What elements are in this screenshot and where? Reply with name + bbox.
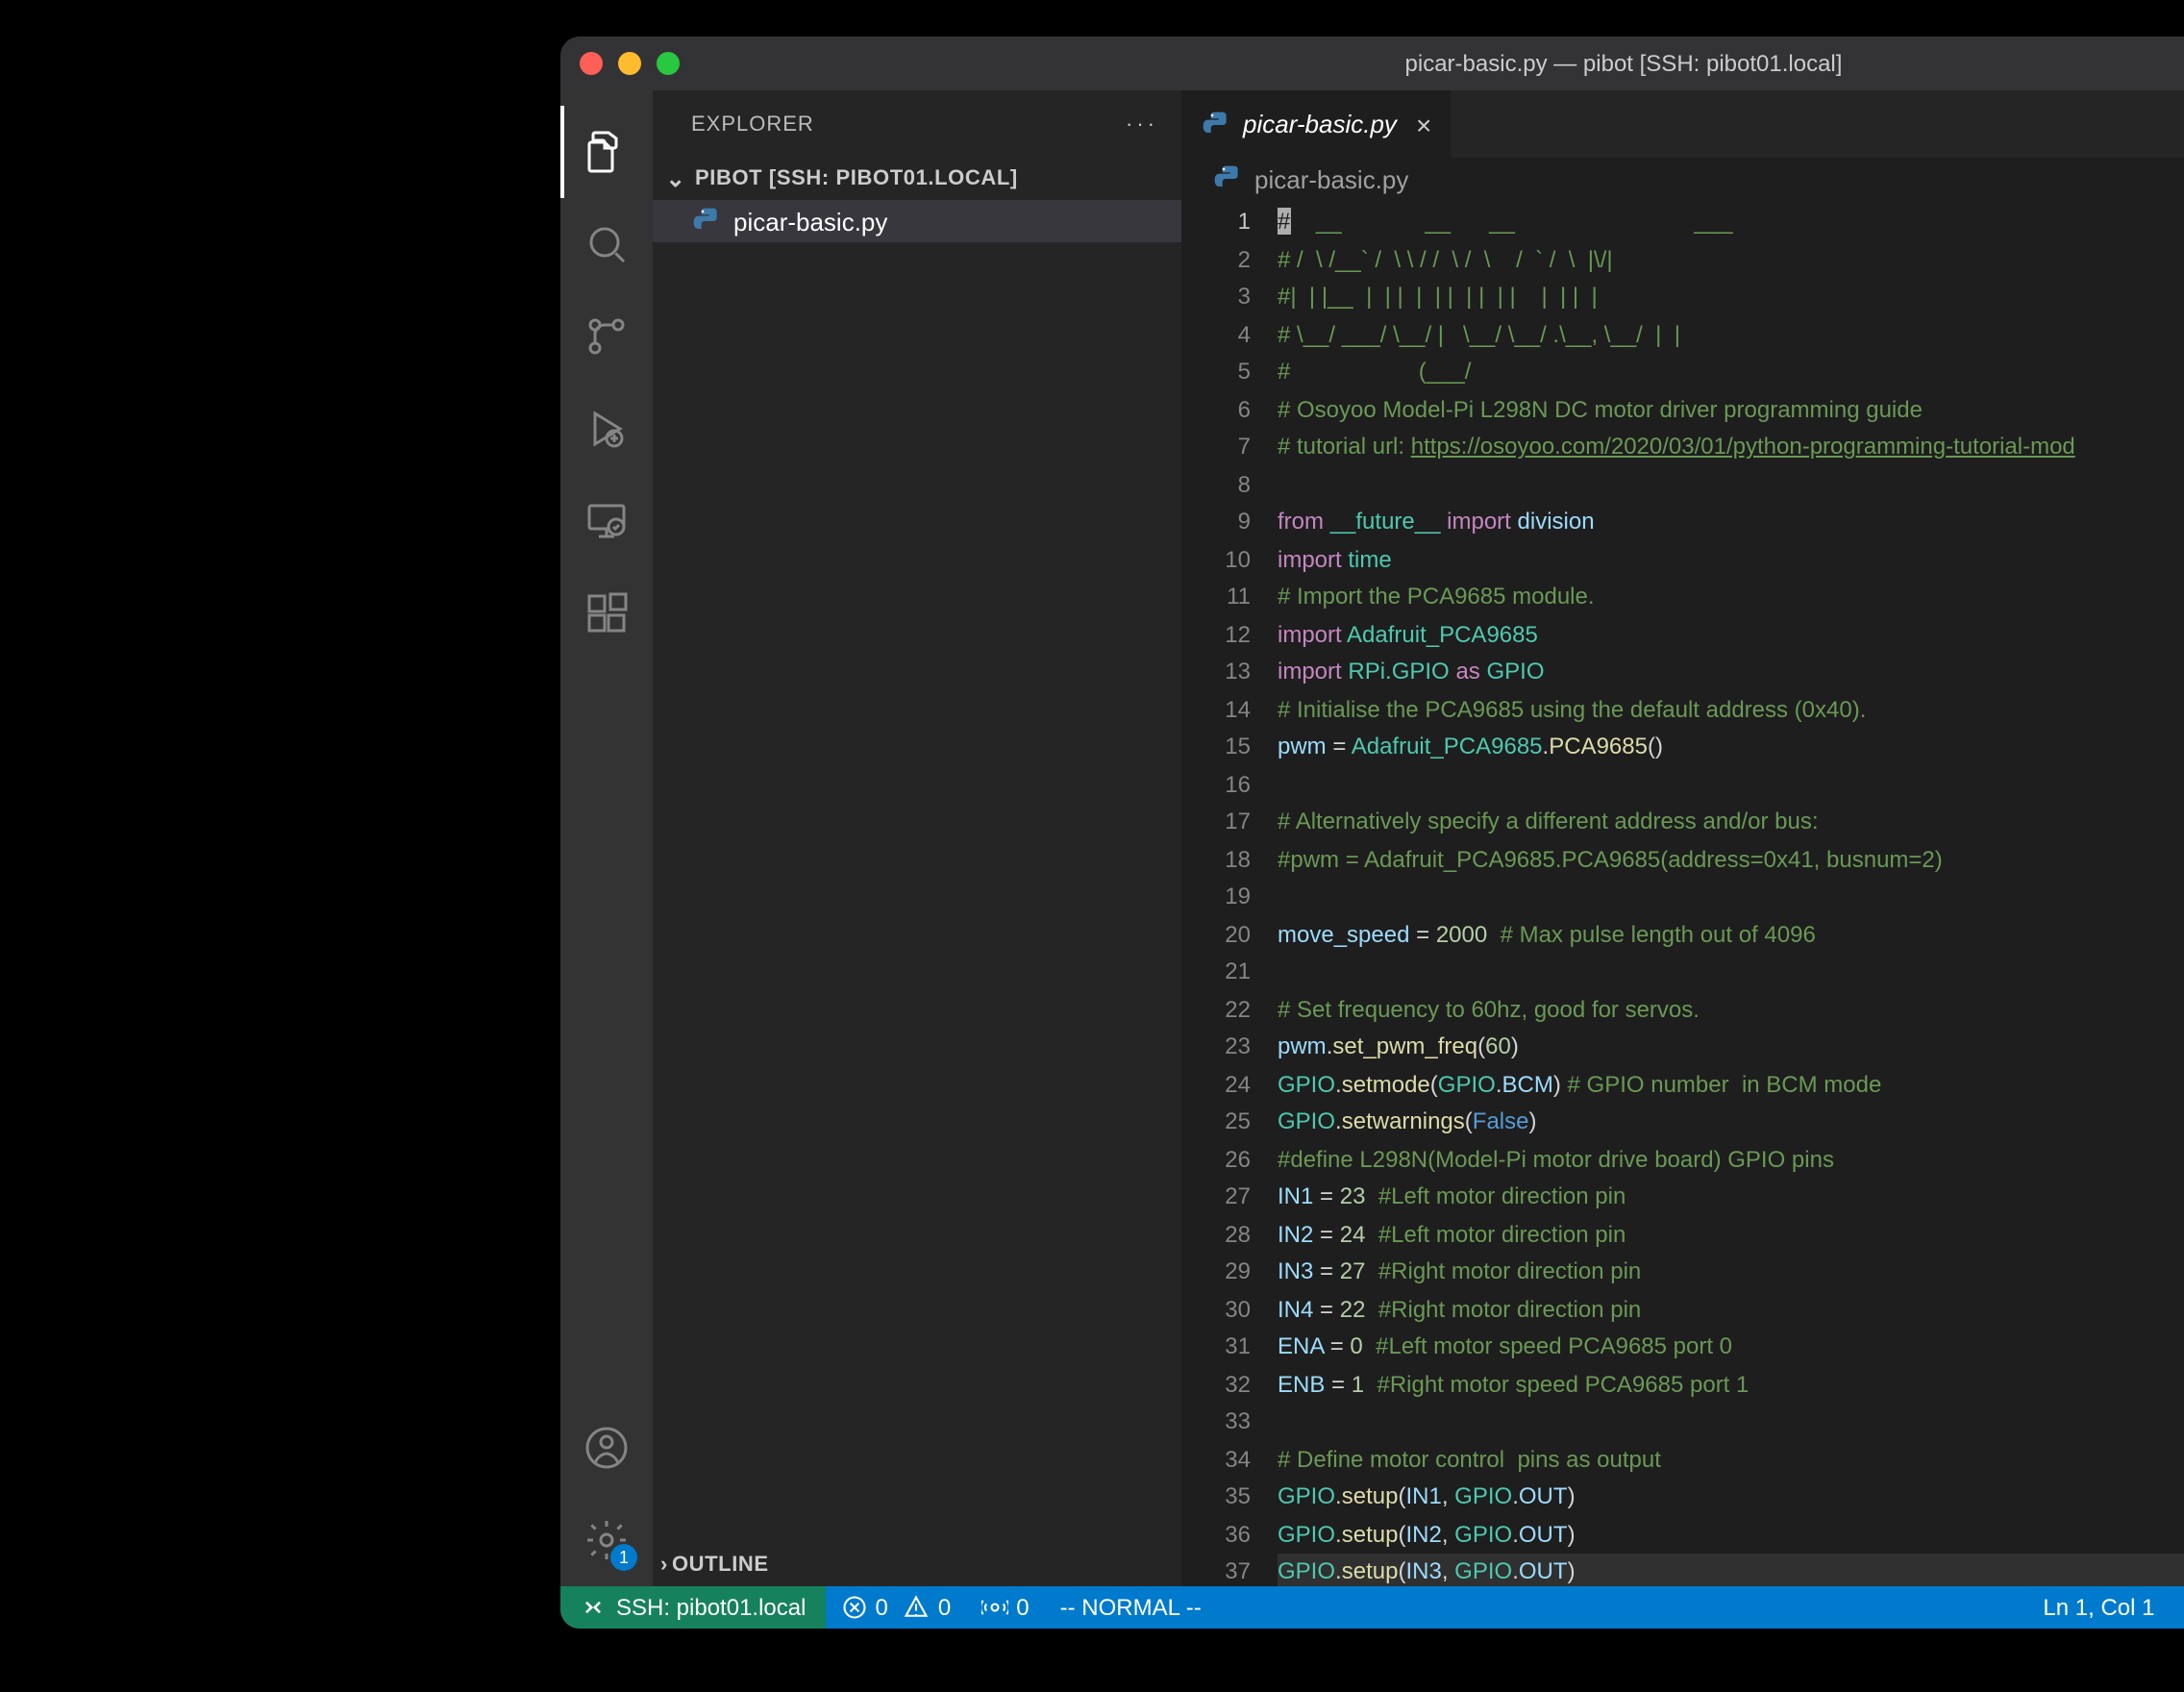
window-title: picar-basic.py — pibot [SSH: pibot01.loc…	[560, 50, 2184, 77]
status-bar: SSH: pibot01.local 0 0 0 -- NORMAL -- Ln…	[560, 1586, 2184, 1629]
tab-label: picar-basic.py	[1243, 110, 1397, 138]
sidebar: EXPLORER ··· ⌄ PIBOT [SSH: PIBOT01.LOCAL…	[653, 90, 1181, 1586]
vscode-window: picar-basic.py — pibot [SSH: pibot01.loc…	[560, 37, 2184, 1629]
tab-bar: picar-basic.py × ···	[1181, 90, 2184, 158]
extensions-activity-icon[interactable]	[560, 567, 653, 659]
editor-body[interactable]: 1234567891011121314151617181920212223242…	[1181, 200, 2184, 1586]
gutter[interactable]: 1234567891011121314151617181920212223242…	[1181, 200, 1278, 1586]
tab-active[interactable]: picar-basic.py ×	[1181, 90, 1452, 158]
chevron-down-icon: ⌄	[660, 165, 691, 192]
outline-section-header[interactable]: › OUTLINE	[653, 1544, 1181, 1586]
python-file-icon	[691, 206, 722, 236]
python-file-icon	[1212, 163, 1243, 194]
explorer-activity-icon[interactable]	[560, 106, 653, 198]
remote-explorer-activity-icon[interactable]	[560, 475, 653, 567]
status-remote[interactable]: SSH: pibot01.local	[560, 1586, 825, 1629]
tab-bar-empty	[1452, 90, 2184, 158]
body-area: 1 EXPLORER ··· ⌄ PIBOT [SSH: PIBOT01.LOC…	[560, 90, 2184, 1586]
editor-area: picar-basic.py × ··· picar-basic.py	[1181, 90, 2184, 1586]
status-errors: 0	[875, 1594, 887, 1621]
status-ports-count: 0	[1016, 1594, 1029, 1621]
sidebar-header: EXPLORER ···	[653, 90, 1181, 158]
maximize-window-button[interactable]	[657, 52, 680, 75]
minimize-window-button[interactable]	[618, 52, 641, 75]
run-debug-activity-icon[interactable]	[560, 383, 653, 475]
code-content[interactable]: # __ __ __ ___# / \ /__` / \ \ / / \ / \…	[1278, 200, 2184, 1586]
title-bar: picar-basic.py — pibot [SSH: pibot01.loc…	[560, 37, 2184, 90]
status-vim-mode[interactable]: -- NORMAL --	[1045, 1586, 1217, 1629]
workspace-name: PIBOT [SSH: PIBOT01.LOCAL]	[695, 167, 1018, 190]
status-remote-label: SSH: pibot01.local	[616, 1594, 806, 1621]
status-ports[interactable]: 0	[966, 1586, 1044, 1629]
status-cursor-position[interactable]: Ln 1, Col 1	[2027, 1586, 2170, 1629]
chevron-right-icon: ›	[660, 1554, 668, 1577]
accounts-activity-icon[interactable]	[560, 1402, 653, 1494]
search-activity-icon[interactable]	[560, 198, 653, 290]
status-mode-label: -- NORMAL --	[1060, 1594, 1202, 1621]
file-name: picar-basic.py	[733, 207, 887, 236]
workspace-section-header[interactable]: ⌄ PIBOT [SSH: PIBOT01.LOCAL]	[653, 158, 1181, 200]
sidebar-more-icon[interactable]: ···	[1126, 112, 1158, 136]
file-row[interactable]: picar-basic.py	[653, 200, 1181, 242]
tab-close-icon[interactable]: ×	[1416, 109, 1431, 139]
python-file-icon	[1201, 109, 1231, 139]
status-cursor-label: Ln 1, Col 1	[2043, 1594, 2154, 1621]
source-control-activity-icon[interactable]	[560, 290, 653, 383]
settings-badge: 1	[610, 1544, 637, 1571]
sidebar-title: EXPLORER	[691, 112, 814, 136]
activity-bar: 1	[560, 90, 653, 1586]
breadcrumb-path: picar-basic.py	[1254, 164, 1408, 193]
status-problems[interactable]: 0 0	[825, 1586, 966, 1629]
close-window-button[interactable]	[580, 52, 603, 75]
outline-label: OUTLINE	[672, 1554, 769, 1577]
breadcrumb[interactable]: picar-basic.py	[1181, 158, 2184, 200]
status-tab-size[interactable]: Tab Size: 4	[2171, 1586, 2184, 1629]
settings-activity-icon[interactable]: 1	[560, 1494, 653, 1586]
status-warnings: 0	[938, 1594, 951, 1621]
window-controls	[580, 52, 680, 75]
